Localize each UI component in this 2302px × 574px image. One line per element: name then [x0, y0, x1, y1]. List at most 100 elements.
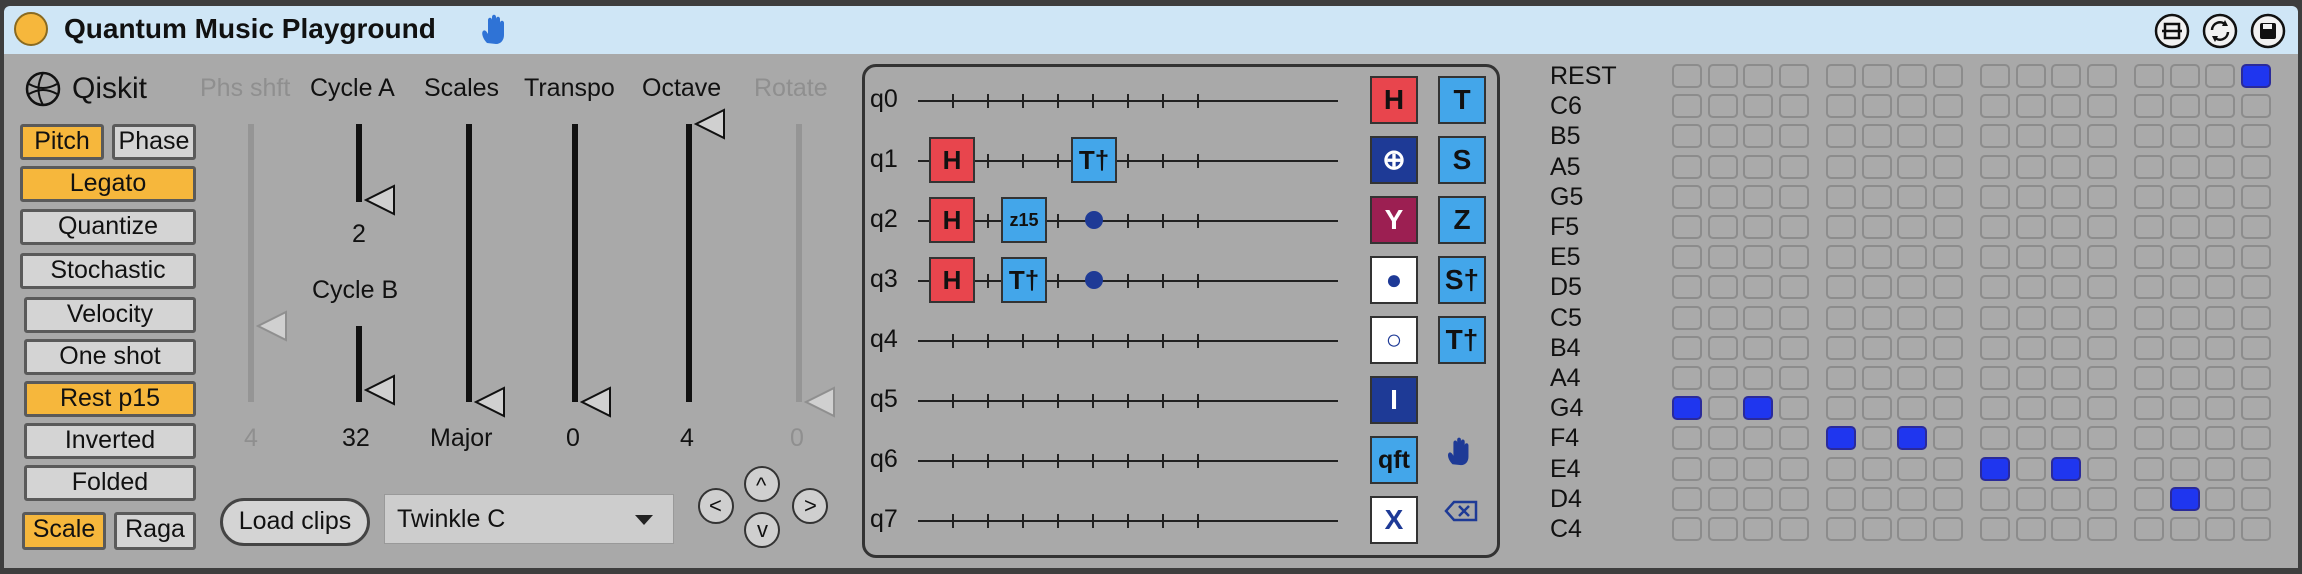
palette-anti-control-gate[interactable]: ○: [1370, 316, 1418, 364]
note-cell[interactable]: [2015, 184, 2046, 209]
delete-icon[interactable]: [1444, 500, 1478, 522]
note-cell[interactable]: [1980, 486, 2010, 511]
note-cell[interactable]: [2051, 517, 2081, 541]
note-cell[interactable]: [1932, 366, 1963, 390]
note-cell[interactable]: [2051, 215, 2081, 239]
note-cell[interactable]: [1743, 335, 1773, 360]
note-cell[interactable]: [1743, 124, 1773, 149]
note-cell[interactable]: [2015, 456, 2046, 481]
note-cell[interactable]: [1672, 426, 1702, 451]
note-cell[interactable]: [1826, 245, 1856, 270]
note-cell[interactable]: [2240, 245, 2271, 270]
palette-control-gate[interactable]: ●: [1370, 256, 1418, 304]
note-cell[interactable]: [2205, 486, 2235, 511]
note-cell[interactable]: [2086, 215, 2117, 239]
note-cell[interactable]: [1897, 305, 1927, 330]
note-cell[interactable]: [2015, 396, 2046, 421]
note-cell[interactable]: [2015, 94, 2046, 119]
note-cell[interactable]: [1980, 64, 2010, 88]
save-icon[interactable]: [2250, 13, 2286, 49]
note-cell[interactable]: [1980, 335, 2010, 360]
note-cell[interactable]: [2051, 245, 2081, 270]
note-cell[interactable]: [1707, 154, 1738, 179]
note-cell[interactable]: [1778, 426, 1809, 451]
nav-left-button[interactable]: <: [698, 488, 734, 524]
note-cell[interactable]: [1826, 275, 1856, 300]
note-cell[interactable]: [2134, 456, 2164, 481]
note-cell[interactable]: [2240, 456, 2271, 481]
note-cell[interactable]: [2134, 184, 2164, 209]
note-cell[interactable]: [1897, 94, 1927, 119]
note-cell[interactable]: [2051, 184, 2081, 209]
note-cell[interactable]: [1861, 94, 1892, 119]
note-cell[interactable]: [2015, 335, 2046, 360]
note-cell[interactable]: [1932, 426, 1963, 451]
note-cell[interactable]: [1778, 366, 1809, 390]
note-cell[interactable]: [2169, 245, 2200, 270]
note-cell[interactable]: [1778, 94, 1809, 119]
note-cell[interactable]: [2051, 64, 2081, 88]
note-cell[interactable]: [1980, 94, 2010, 119]
note-cell[interactable]: [1826, 426, 1856, 451]
note-cell[interactable]: [1778, 245, 1809, 270]
cycle-a-slider[interactable]: [356, 124, 362, 202]
note-cell[interactable]: [1980, 517, 2010, 541]
scales-handle[interactable]: [474, 386, 506, 418]
note-cell[interactable]: [2240, 215, 2271, 239]
note-cell[interactable]: [1897, 517, 1927, 541]
note-cell[interactable]: [2169, 456, 2200, 481]
note-cell[interactable]: [1980, 215, 2010, 239]
note-cell[interactable]: [2015, 517, 2046, 541]
clip-select[interactable]: Twinkle C: [384, 494, 674, 544]
gate-z15[interactable]: z15: [1001, 197, 1047, 243]
note-cell[interactable]: [2205, 154, 2235, 179]
note-cell[interactable]: [2086, 124, 2117, 149]
scale-button[interactable]: Scale: [22, 512, 106, 550]
note-cell[interactable]: [1707, 94, 1738, 119]
note-cell[interactable]: [2205, 517, 2235, 541]
gate-h[interactable]: H: [929, 197, 975, 243]
note-cell[interactable]: [1826, 215, 1856, 239]
note-cell[interactable]: [1707, 335, 1738, 360]
note-cell[interactable]: [1932, 124, 1963, 149]
note-cell[interactable]: [1897, 245, 1927, 270]
device-status-dot[interactable]: [14, 12, 48, 46]
note-cell[interactable]: [1897, 184, 1927, 209]
note-cell[interactable]: [1743, 94, 1773, 119]
note-cell[interactable]: [2169, 154, 2200, 179]
note-cell[interactable]: [1932, 486, 1963, 511]
note-cell[interactable]: [1707, 184, 1738, 209]
note-cell[interactable]: [1672, 396, 1702, 421]
note-cell[interactable]: [2240, 335, 2271, 360]
note-cell[interactable]: [2051, 396, 2081, 421]
note-cell[interactable]: [2205, 215, 2235, 239]
note-cell[interactable]: [2015, 245, 2046, 270]
note-cell[interactable]: [2205, 335, 2235, 360]
note-cell[interactable]: [1826, 366, 1856, 390]
note-cell[interactable]: [1672, 366, 1702, 390]
note-cell[interactable]: [2015, 426, 2046, 451]
note-cell[interactable]: [1980, 396, 2010, 421]
legato-button[interactable]: Legato: [20, 166, 196, 202]
palette-y-gate[interactable]: Y: [1370, 196, 1418, 244]
note-cell[interactable]: [1861, 215, 1892, 239]
note-cell[interactable]: [1861, 154, 1892, 179]
note-cell[interactable]: [1932, 184, 1963, 209]
hand-icon[interactable]: [478, 13, 512, 47]
note-cell[interactable]: [2015, 486, 2046, 511]
note-cell[interactable]: [2086, 275, 2117, 300]
phase-button[interactable]: Phase: [112, 124, 196, 160]
note-cell[interactable]: [2169, 486, 2200, 511]
note-cell[interactable]: [1932, 396, 1963, 421]
note-cell[interactable]: [1897, 275, 1927, 300]
note-cell[interactable]: [2169, 517, 2200, 541]
note-cell[interactable]: [1861, 124, 1892, 149]
note-cell[interactable]: [1897, 64, 1927, 88]
note-cell[interactable]: [2205, 245, 2235, 270]
note-cell[interactable]: [2086, 245, 2117, 270]
note-cell[interactable]: [2015, 124, 2046, 149]
note-cell[interactable]: [1826, 64, 1856, 88]
note-cell[interactable]: [2051, 486, 2081, 511]
note-cell[interactable]: [1707, 275, 1738, 300]
note-cell[interactable]: [1861, 275, 1892, 300]
